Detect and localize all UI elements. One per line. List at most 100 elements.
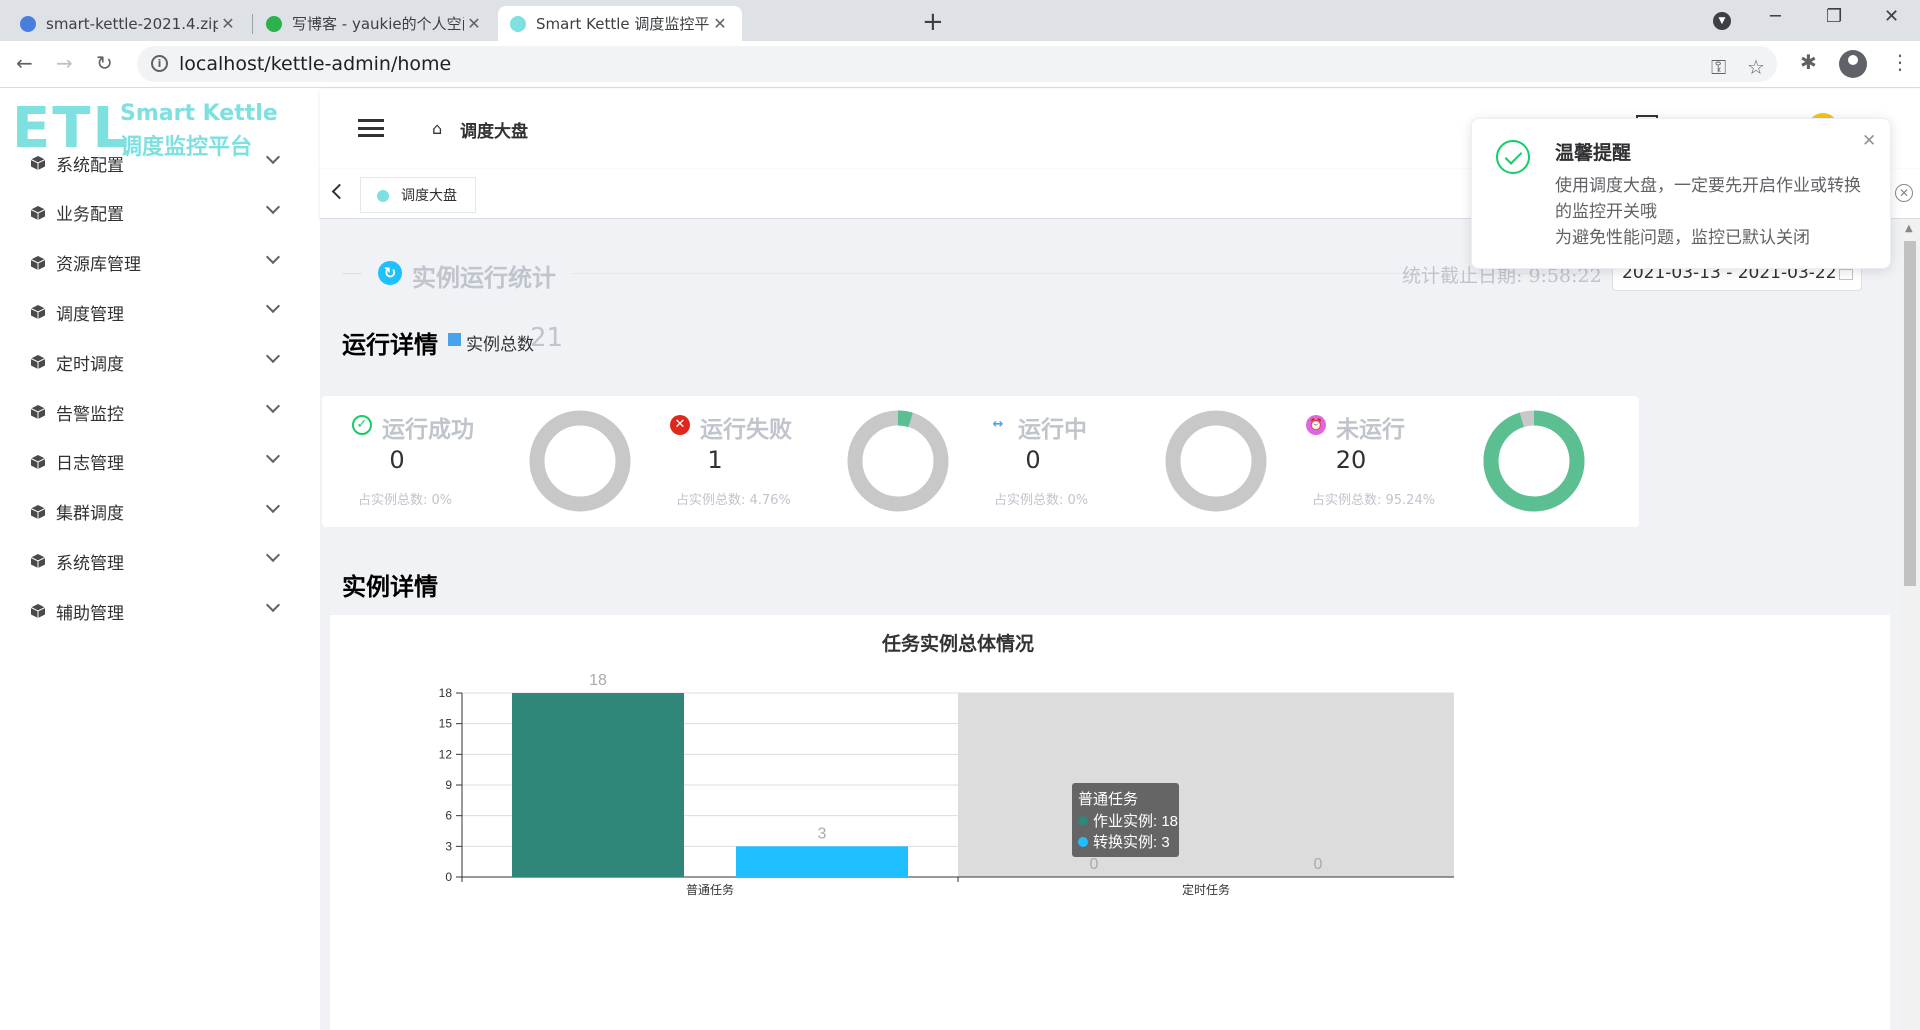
browser-menu-icon[interactable]: ⋮ <box>1890 50 1910 74</box>
reload-icon[interactable]: ↻ <box>96 51 113 75</box>
bookmark-star-icon[interactable]: ☆ <box>1747 55 1765 79</box>
sidebar-menu-item[interactable]: 系统配置 <box>0 138 320 188</box>
stat-card-label: 运行中 <box>1018 417 1087 443</box>
stat-card-label: 运行失败 <box>700 417 792 443</box>
error-circle-icon: ✕ <box>670 415 690 435</box>
scroll-up-arrow-icon[interactable]: ▲ <box>1905 223 1913 234</box>
notification-message: 使用调度大盘，一定要先开启作业或转换的监控开关哦 <box>1555 176 1861 222</box>
stat-card: ✓ 运行成功 0 占实例总数: 0% <box>322 396 685 527</box>
sidebar-menu-item[interactable]: 告警监控 <box>0 387 320 437</box>
sidebar-menu-item[interactable]: 资源库管理 <box>0 238 320 288</box>
donut-chart <box>1165 410 1267 512</box>
sidebar-item-label: 日志管理 <box>56 454 124 475</box>
sidebar-item-label: 调度管理 <box>56 304 124 325</box>
browser-toolbar: ← → ↻ i localhost/kettle-admin/home ⚿ ☆ … <box>0 41 1920 88</box>
tab-favicon-icon <box>20 15 36 32</box>
donut-segment[interactable] <box>1483 410 1585 512</box>
sidebar-item-label: 系统管理 <box>56 553 124 574</box>
y-tick-label: 3 <box>445 839 452 853</box>
scrollbar-thumb[interactable] <box>1904 241 1916 586</box>
total-instances-label: 实例总数 <box>466 335 534 355</box>
tooltip-title: 普通任务 <box>1078 791 1138 808</box>
tab-close-icon[interactable]: ✕ <box>464 14 484 33</box>
stat-card-label: 运行成功 <box>382 417 474 443</box>
cube-icon <box>30 554 46 569</box>
browser-tab[interactable]: smart-kettle-2021.4.zip_免费高速下载 ✕ <box>8 6 250 41</box>
tooltip-series-marker <box>1078 837 1088 847</box>
cube-icon <box>30 305 46 320</box>
url-text[interactable]: localhost/kettle-admin/home <box>179 53 451 75</box>
tag-dashboard[interactable]: 调度大盘 <box>360 177 476 213</box>
sidebar-menu-item[interactable]: 辅助管理 <box>0 586 320 636</box>
sidebar-menu-item[interactable]: 业务配置 <box>0 188 320 238</box>
y-tick-label: 6 <box>445 809 452 823</box>
page-scrollbar[interactable]: ▲ <box>1900 219 1920 1030</box>
chevron-down-icon <box>265 249 281 264</box>
tab-favicon-icon <box>510 15 526 32</box>
sidebar-menu-item[interactable]: 日志管理 <box>0 437 320 487</box>
sidebar-item-label: 系统配置 <box>56 155 124 176</box>
tab-close-icon[interactable]: ✕ <box>218 14 238 33</box>
refresh-icon[interactable]: ↻ <box>378 261 402 285</box>
site-info-icon[interactable]: i <box>151 55 168 72</box>
address-bar[interactable]: i localhost/kettle-admin/home ⚿ ☆ <box>137 46 1777 82</box>
donut-track <box>847 410 949 512</box>
tags-scroll-left-icon[interactable] <box>331 183 348 200</box>
chevron-down-icon <box>265 448 281 463</box>
tooltip-row: 转换实例: 3 <box>1093 834 1170 851</box>
chevron-down-icon <box>265 299 281 314</box>
stat-card-percentage: 占实例总数: 4.76% <box>676 493 791 508</box>
sidebar-menu-item[interactable]: 系统管理 <box>0 536 320 586</box>
tab-search-icon[interactable]: ▼ <box>1713 12 1731 30</box>
browser-tab-active[interactable]: Smart Kettle 调度监控平台 - 调度大盘 ✕ <box>498 6 742 41</box>
sidebar-menu-item[interactable]: 集群调度 <box>0 487 320 537</box>
run-detail-title: 运行详情 <box>342 331 438 359</box>
instance-detail-title: 实例详情 <box>342 573 438 601</box>
notification-title: 温馨提醒 <box>1555 142 1632 164</box>
home-icon: ⌂ <box>432 119 443 138</box>
cube-icon <box>30 604 46 619</box>
picture-icon <box>448 333 461 346</box>
stat-card-percentage: 占实例总数: 0% <box>358 493 453 508</box>
x-tick-label: 定时任务 <box>1182 882 1230 897</box>
extensions-puzzle-icon[interactable]: ✱ <box>1800 50 1817 74</box>
maximize-button[interactable]: ❐ <box>1826 6 1842 27</box>
stat-card-percentage: 占实例总数: 0% <box>994 493 1089 508</box>
sidebar-item-label: 告警监控 <box>56 404 124 425</box>
stat-card: ✕ 运行失败 1 占实例总数: 4.76% <box>640 396 1003 527</box>
breadcrumb[interactable]: 调度大盘 <box>460 117 528 142</box>
new-tab-button[interactable]: + <box>922 8 944 36</box>
tag-label: 调度大盘 <box>401 188 457 204</box>
minimize-button[interactable]: ─ <box>1770 6 1781 27</box>
notification-close-icon[interactable]: ✕ <box>1862 131 1876 151</box>
stat-card: ↔ 运行中 0 占实例总数: 0% <box>958 396 1321 527</box>
browser-tab-title: Smart Kettle 调度监控平台 - 调度大盘 <box>536 15 710 33</box>
close-tags-icon[interactable]: ✕ <box>1895 184 1913 202</box>
cube-icon <box>30 205 46 220</box>
divider <box>342 273 362 274</box>
stat-card: ⏰ 未运行 20 占实例总数: 95.24% <box>1276 396 1639 527</box>
running-arrows-icon: ↔ <box>992 417 1004 432</box>
back-arrow-icon[interactable]: ← <box>16 51 33 75</box>
chart-bar[interactable] <box>736 846 908 877</box>
tooltip-row: 作业实例: 18 <box>1093 813 1178 830</box>
sidebar-menu-item[interactable]: 定时调度 <box>0 337 320 387</box>
sidebar-menu-item[interactable]: 调度管理 <box>0 287 320 337</box>
chevron-down-icon <box>265 548 281 563</box>
tab-close-icon[interactable]: ✕ <box>710 14 730 33</box>
hamburger-menu-icon[interactable] <box>358 119 384 137</box>
chart-bar[interactable] <box>512 693 684 877</box>
browser-tab-title: smart-kettle-2021.4.zip_免费高速下载 <box>46 15 218 33</box>
forward-arrow-icon[interactable]: → <box>56 51 73 75</box>
window-close-button[interactable]: ✕ <box>1884 6 1899 27</box>
key-icon[interactable]: ⚿ <box>1711 55 1726 79</box>
notification-message: 为避免性能问题，监控已默认关闭 <box>1555 228 1810 248</box>
chevron-down-icon <box>265 398 281 414</box>
sidebar-item-label: 资源库管理 <box>56 255 141 276</box>
donut-chart <box>1483 410 1585 512</box>
cube-icon <box>30 255 46 270</box>
browser-tab[interactable]: 写博客 - yaukie的个人空间 - OS ✕ <box>254 6 496 41</box>
notification-toast: 温馨提醒 使用调度大盘，一定要先开启作业或转换的监控开关哦 为避免性能问题，监控… <box>1471 118 1891 269</box>
profile-avatar-icon[interactable] <box>1839 50 1867 78</box>
stat-card-percentage: 占实例总数: 95.24% <box>1312 493 1436 508</box>
